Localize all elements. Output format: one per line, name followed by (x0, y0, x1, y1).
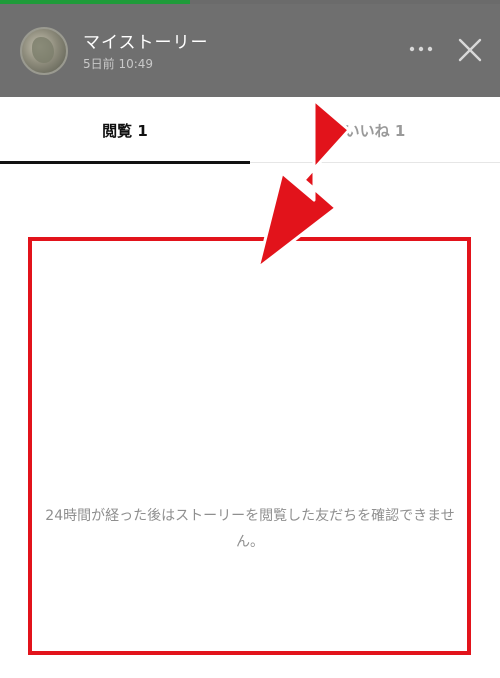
story-header: マイストーリー 5日前 10:49 (0, 4, 500, 97)
avatar[interactable] (20, 27, 68, 75)
story-title: マイストーリー (83, 33, 209, 53)
viewer-tabs: 閲覧 1 いいね 1 (0, 97, 500, 164)
story-timestamp: 5日前 10:49 (83, 57, 154, 71)
tab-likes[interactable]: いいね 1 (250, 97, 500, 163)
more-dots-icon[interactable] (406, 34, 436, 64)
highlight-box (28, 237, 471, 655)
close-icon[interactable] (455, 35, 485, 65)
tab-views[interactable]: 閲覧 1 (0, 97, 250, 164)
empty-state-message: 24時間が経った後はストーリーを閲覧した友だちを確認できません。 (45, 508, 455, 550)
